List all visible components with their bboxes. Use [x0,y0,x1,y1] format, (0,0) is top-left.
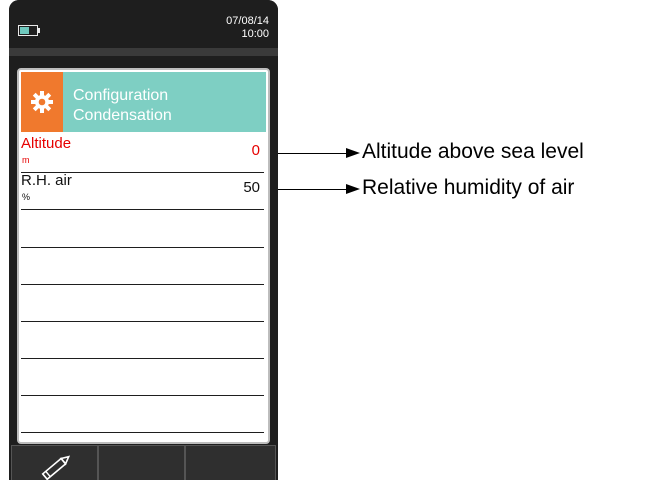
empty-row-divider [21,432,264,433]
row-rh-air[interactable]: R.H. air % 50 [21,172,264,210]
gear-icon [21,72,63,132]
softkey-3[interactable] [185,445,276,480]
row-unit: m [22,155,30,165]
row-unit: % [22,192,31,202]
empty-row-divider [21,395,264,396]
status-time: 10:00 [241,28,269,40]
empty-row-divider [21,358,264,359]
callout-line [278,153,346,154]
callout-altitude: Altitude above sea level [362,140,584,163]
arrow-right-icon [346,184,360,194]
panel-title-line2: Condensation [73,107,172,124]
callout-rh-air: Relative humidity of air [362,176,575,199]
row-value: 0 [251,142,260,159]
pencil-icon [36,452,76,480]
softkey-edit[interactable] [11,445,98,480]
row-altitude[interactable]: Altitude m 0 [21,135,264,173]
panel-title: Configuration Condensation [73,86,172,126]
arrow-right-icon [346,148,360,158]
device-screen: 07/08/14 10:00 Configuration Condensatio… [9,0,278,480]
status-date: 07/08/14 [226,15,269,27]
empty-row-divider [21,247,264,248]
panel-title-line1: Configuration [73,87,169,104]
callout-line [278,189,346,190]
empty-row-divider [21,284,264,285]
settings-panel: Configuration Condensation Altitude m 0 … [17,68,270,444]
battery-icon [18,25,40,36]
panel-header: Configuration Condensation [21,72,266,132]
empty-row-divider [21,321,264,322]
row-label: R.H. air [21,172,72,189]
status-separator [9,48,278,56]
row-label: Altitude [21,135,72,152]
status-bar: 07/08/14 10:00 [9,0,278,48]
softkey-bar [9,445,278,480]
softkey-2[interactable] [98,445,185,480]
row-value: 50 [243,179,260,196]
